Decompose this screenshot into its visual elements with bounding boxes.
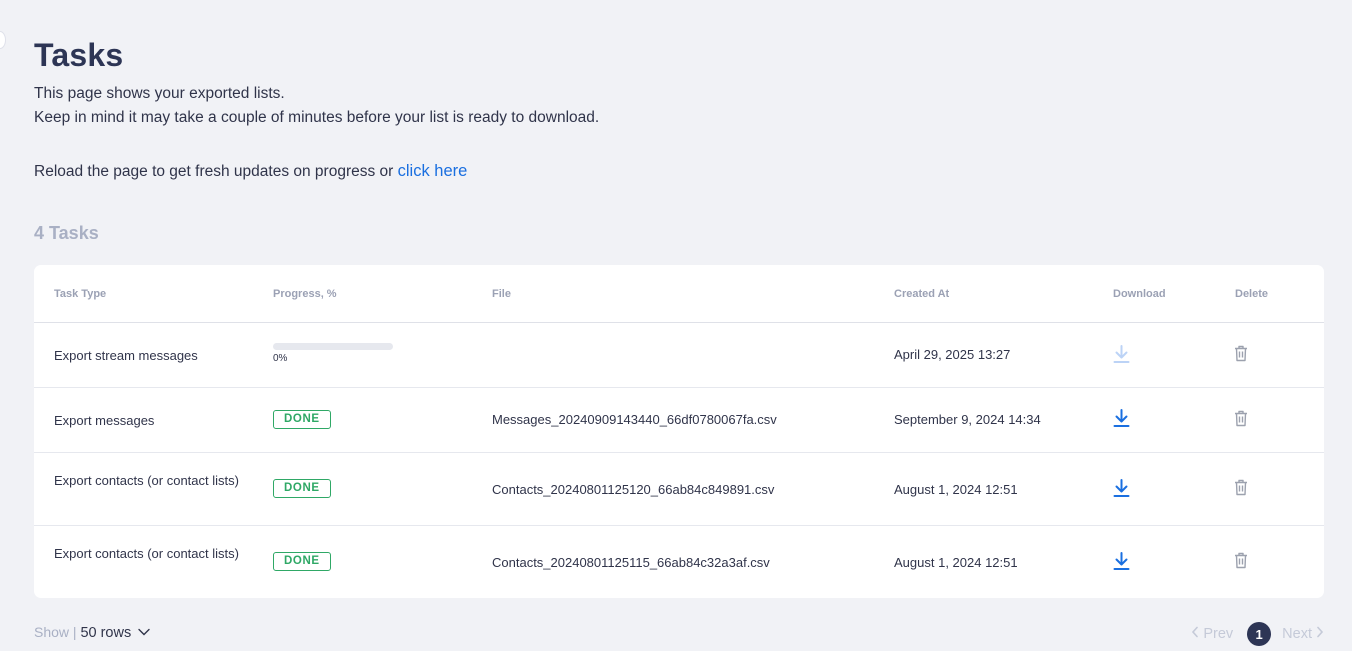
trash-icon[interactable] <box>1234 479 1248 496</box>
progress-track <box>273 343 393 350</box>
page-description-line2: Keep in mind it may take a couple of min… <box>34 109 600 126</box>
file-name: Contacts_20240801125120_66ab84c849891.cs… <box>492 482 775 497</box>
show-label: Show | <box>34 624 77 640</box>
tasks-table: Task Type Progress, % File Created At Do… <box>34 265 1324 598</box>
table-header: Task Type Progress, % File Created At Do… <box>34 265 1324 323</box>
trash-icon[interactable] <box>1234 552 1248 569</box>
file-name: Contacts_20240801125115_66ab84c32a3af.cs… <box>492 555 770 570</box>
collapsed-sidebar-handle[interactable] <box>0 31 6 49</box>
header-download: Download <box>1113 288 1166 300</box>
prev-label: Prev <box>1203 626 1234 642</box>
trash-icon[interactable] <box>1234 345 1248 362</box>
next-label: Next <box>1282 626 1312 642</box>
table-row: Export messages DONE Messages_2024090914… <box>34 388 1324 453</box>
page-description-line1: This page shows your exported lists. <box>34 85 285 102</box>
pagination: Prev 1 Next <box>1191 622 1324 646</box>
header-progress: Progress, % <box>273 288 337 300</box>
task-type: Export messages <box>54 413 155 428</box>
prev-button[interactable]: Prev <box>1191 626 1233 642</box>
reload-hint: Reload the page to get fresh updates on … <box>34 162 467 181</box>
created-at: August 1, 2024 12:51 <box>894 555 1018 570</box>
task-type: Export stream messages <box>54 348 198 363</box>
task-type: Export contacts (or contact lists) <box>54 546 239 561</box>
file-name: Messages_20240909143440_66df0780067fa.cs… <box>492 412 777 427</box>
download-icon[interactable] <box>1113 551 1130 571</box>
progress-percent: 0% <box>273 353 288 364</box>
header-delete: Delete <box>1235 288 1269 300</box>
reload-text: Reload the page to get fresh updates on … <box>34 163 398 180</box>
trash-icon[interactable] <box>1234 410 1248 427</box>
chevron-down-icon[interactable] <box>138 623 150 639</box>
page-title: Tasks <box>34 37 124 73</box>
header-created-at: Created At <box>894 288 950 300</box>
chevron-left-icon <box>1191 626 1199 642</box>
task-count: 4 Tasks <box>34 223 99 243</box>
download-icon[interactable] <box>1113 408 1130 428</box>
table-row: Export stream messages 0% April 29, 2025… <box>34 323 1324 388</box>
next-button[interactable]: Next <box>1282 626 1324 642</box>
page-number-current[interactable]: 1 <box>1247 622 1272 646</box>
task-type: Export contacts (or contact lists) <box>54 473 239 488</box>
status-badge: DONE <box>273 479 331 498</box>
created-at: April 29, 2025 13:27 <box>894 347 1011 362</box>
progress-bar: 0% <box>273 343 393 364</box>
chevron-right-icon <box>1316 626 1324 642</box>
header-task-type: Task Type <box>54 288 107 300</box>
created-at: August 1, 2024 12:51 <box>894 482 1018 497</box>
header-file: File <box>492 288 511 300</box>
status-badge: DONE <box>273 410 331 429</box>
download-icon[interactable] <box>1113 478 1130 498</box>
table-row: Export contacts (or contact lists) DONE … <box>34 526 1324 598</box>
reload-link[interactable]: click here <box>398 162 468 180</box>
table-row: Export contacts (or contact lists) DONE … <box>34 453 1324 526</box>
rows-select[interactable]: 50 rows <box>80 625 131 641</box>
download-icon <box>1113 344 1130 364</box>
rows-per-page: Show | 50 rows <box>34 624 150 641</box>
created-at: September 9, 2024 14:34 <box>894 412 1041 427</box>
status-badge: DONE <box>273 552 331 571</box>
